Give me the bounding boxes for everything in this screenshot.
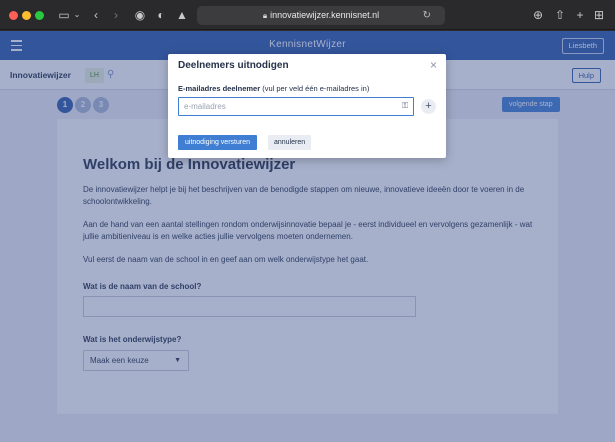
extension-icon[interactable]: ◐ [154, 6, 168, 24]
dialog-title: Deelnemers uitnodigen [178, 60, 289, 71]
chevron-down-icon[interactable]: ⌄ [72, 6, 82, 24]
zoom-window-button[interactable] [35, 11, 44, 20]
password-autofill-icon[interactable]: ⚿ [400, 101, 410, 111]
notification-bell-icon[interactable]: ▲ [175, 6, 189, 24]
reload-icon[interactable]: ↻ [423, 6, 431, 25]
cancel-button[interactable]: annuleren [268, 135, 312, 150]
address-url: innovatiewijzer.kennisnet.nl [270, 10, 380, 20]
email-field-label-hint: (vul per veld één e-mailadres in) [260, 84, 370, 93]
add-email-field-button[interactable]: + [421, 99, 436, 114]
browser-titlebar: ▭ ⌄ ‹ › ◉ ◐ ▲ 🔒︎ innovatiewijzer.kennisne… [0, 0, 615, 30]
close-icon[interactable]: × [430, 58, 437, 72]
share-icon[interactable]: ⇧ [553, 6, 567, 24]
sidebar-icon[interactable]: ▭ [57, 6, 71, 24]
forward-icon[interactable]: › [110, 6, 122, 24]
email-field-label: E-mailadres deelnemer (vul per veld één … [178, 84, 369, 93]
privacy-shield-icon[interactable]: ◉ [133, 6, 147, 24]
close-window-button[interactable] [9, 11, 18, 20]
email-field[interactable] [178, 97, 414, 116]
back-icon[interactable]: ‹ [90, 6, 102, 24]
invite-participants-dialog: Deelnemers uitnodigen × E-mailadres deel… [168, 54, 446, 158]
tab-overview-icon[interactable]: ⊞ [592, 6, 606, 24]
send-invitation-button[interactable]: uitnodiging versturen [178, 135, 257, 150]
address-bar[interactable]: 🔒︎ innovatiewijzer.kennisnet.nl ↻ [197, 6, 445, 25]
lock-icon: 🔒︎ [262, 11, 268, 20]
minimize-window-button[interactable] [22, 11, 31, 20]
new-tab-icon[interactable]: + [573, 6, 587, 24]
downloads-icon[interactable]: ⊕ [531, 6, 545, 24]
email-field-label-bold: E-mailadres deelnemer [178, 84, 261, 93]
